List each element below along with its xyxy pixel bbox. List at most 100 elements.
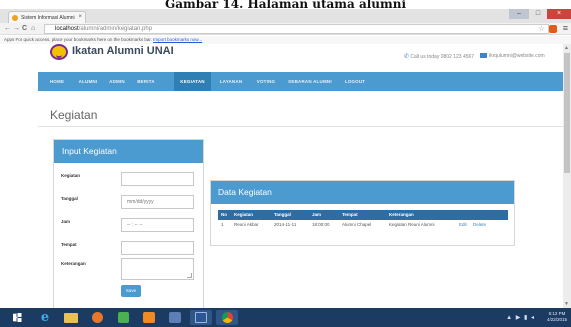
table-row: 1 Reuni Akbar 2014-11-11 18:00:00 Alumni… xyxy=(218,220,508,230)
forward-icon[interactable]: → xyxy=(13,24,20,34)
tanggal-input[interactable]: mm/dd/yyyy xyxy=(121,195,194,209)
window-minimize-button[interactable]: – xyxy=(509,9,529,19)
taskbar-app-button[interactable] xyxy=(112,310,134,325)
taskbar-app3-button[interactable] xyxy=(164,310,186,325)
cell-no: 1 xyxy=(221,222,224,227)
kegiatan-input[interactable] xyxy=(121,172,194,186)
url-host: localhost xyxy=(55,26,79,32)
taskbar-media-button[interactable] xyxy=(86,310,108,325)
scrollbar-thumb[interactable] xyxy=(564,53,570,173)
taskbar-clock[interactable]: 5:12 PM 4/22/2015 xyxy=(547,311,567,323)
clock-date: 4/22/2015 xyxy=(546,317,567,322)
main-nav: HOME ALUMNI ADMIN BERITA KEGIATAN LAYANA… xyxy=(38,72,563,91)
input-panel-title: Input Kegiatan xyxy=(54,140,203,163)
nav-berita[interactable]: BERITA xyxy=(132,72,160,91)
browser-tab[interactable]: Sistem Informasi Alumni × xyxy=(8,11,86,23)
app-green-icon xyxy=(117,312,129,323)
edit-link[interactable]: Edit xyxy=(459,220,473,230)
contact-info: ✆ Call us today 0802 123 4567 xyxy=(404,53,474,60)
cell-kegiatan: Reuni Akbar xyxy=(234,222,259,227)
app-orange-icon xyxy=(143,312,155,323)
app-blue-icon xyxy=(169,312,181,323)
browser-menu-icon[interactable]: ≡ xyxy=(563,23,568,34)
tempat-label: Tempat xyxy=(61,242,77,247)
window-maximize-button[interactable]: □ xyxy=(529,9,547,19)
home-icon[interactable]: ⌂ xyxy=(31,24,35,34)
nav-layanan[interactable]: LAYANAN xyxy=(214,72,248,91)
window-controls: – □ × xyxy=(509,9,571,19)
bookmark-star-icon[interactable]: ☆ xyxy=(538,24,545,34)
keterangan-label: Keterangan xyxy=(61,261,86,266)
taskbar-explorer-button[interactable] xyxy=(60,310,82,325)
jam-input[interactable]: -- : -- -- xyxy=(121,218,194,232)
data-kegiatan-panel: Data Kegiatan No Kegiatan Tanggal Jam Te… xyxy=(210,180,515,246)
phone-icon: ✆ xyxy=(404,54,410,60)
col-no: No xyxy=(221,212,227,217)
nav-kegiatan[interactable]: KEGIATAN xyxy=(174,72,211,91)
cell-keterangan: Kegiatan Reuni Alumni xyxy=(389,222,435,227)
import-bookmarks-link[interactable]: Import bookmarks now... xyxy=(153,37,202,42)
taskbar-word-button[interactable] xyxy=(190,310,212,325)
email-info: ikrqulumni@website.com xyxy=(480,53,545,59)
col-keterangan: Keterangan xyxy=(389,212,414,217)
jam-label: Jam xyxy=(61,219,71,224)
nav-logout[interactable]: LOGOUT xyxy=(340,72,370,91)
page-title: Kegiatan xyxy=(50,108,98,122)
save-button[interactable]: Save xyxy=(121,285,141,297)
start-button[interactable] xyxy=(6,310,28,325)
nav-alumni[interactable]: ALUMNI xyxy=(73,72,103,91)
media-player-icon xyxy=(91,312,103,323)
envelope-icon xyxy=(480,53,487,59)
bookmarks-bar: Apps For quick access, place your bookma… xyxy=(0,36,571,44)
kegiatan-label: Kegiatan xyxy=(61,173,81,178)
keterangan-textarea[interactable] xyxy=(121,258,194,280)
windows-taskbar: e ▲ ▶ ▮ ◂ 5:12 PM 4/22/2015 xyxy=(0,308,571,327)
window-close-button[interactable]: × xyxy=(547,9,571,19)
apps-bookmark[interactable]: Apps xyxy=(4,37,14,42)
tab-close-icon[interactable]: × xyxy=(78,14,82,20)
extension-icon[interactable] xyxy=(549,25,557,33)
address-bar-row: ← → C ⌂ localhost/alumni/admin/kegiatan.… xyxy=(0,23,571,35)
input-kegiatan-panel: Input Kegiatan Kegiatan Tanggal mm/dd/yy… xyxy=(53,139,204,308)
word-icon xyxy=(195,312,207,323)
internet-explorer-icon: e xyxy=(40,310,50,325)
figure-caption: Gambar 14. Halaman utama alumni xyxy=(0,0,571,9)
tanggal-label: Tanggal xyxy=(61,196,78,201)
folder-icon xyxy=(64,312,78,323)
reload-icon[interactable]: C xyxy=(22,24,27,34)
scroll-down-icon[interactable]: ▼ xyxy=(564,301,569,307)
smiley-logo-icon xyxy=(50,44,68,60)
nav-home[interactable]: HOME xyxy=(44,72,70,91)
chrome-icon xyxy=(221,312,233,323)
col-kegiatan: Kegiatan xyxy=(234,212,254,217)
col-jam: Jam xyxy=(312,212,322,217)
page-scrollbar[interactable]: ▲ ▼ xyxy=(563,44,571,308)
windows-logo-icon xyxy=(12,313,22,322)
col-tanggal: Tanggal xyxy=(274,212,291,217)
back-icon[interactable]: ← xyxy=(4,24,11,34)
nav-voting[interactable]: VOTING xyxy=(251,72,281,91)
email-label: ikrqulumni@website.com xyxy=(489,53,545,59)
data-panel-title: Data Kegiatan xyxy=(211,181,514,204)
favicon-icon xyxy=(12,15,18,21)
contact-label: Call us today 0802 123 4567 xyxy=(410,54,475,60)
taskbar-app2-button[interactable] xyxy=(138,310,160,325)
url-input[interactable]: localhost/alumni/admin/kegiatan.php xyxy=(44,24,549,34)
nav-admin[interactable]: ADMIN xyxy=(104,72,130,91)
system-tray-icons[interactable]: ▲ ▶ ▮ ◂ xyxy=(506,314,535,321)
cell-jam: 18:00:00 xyxy=(312,222,330,227)
web-page: Ikatan Alumni UNAI ✆ Call us today 0802 … xyxy=(0,44,563,308)
cell-tempat: Alumni Chapel xyxy=(342,222,372,227)
tempat-input[interactable] xyxy=(121,241,194,255)
kegiatan-table: No Kegiatan Tanggal Jam Tempat Keteranga… xyxy=(218,210,508,230)
scroll-up-icon[interactable]: ▲ xyxy=(564,45,569,51)
divider xyxy=(38,126,563,127)
browser-tab-strip: Sistem Informasi Alumni × – □ × xyxy=(0,9,571,23)
taskbar-ie-button[interactable]: e xyxy=(34,310,56,325)
table-header: No Kegiatan Tanggal Jam Tempat Keteranga… xyxy=(218,210,508,220)
col-actions xyxy=(459,210,508,220)
delete-link[interactable]: Delete xyxy=(473,220,503,230)
nav-sebaran-alumni[interactable]: SEBARAN ALUMNI xyxy=(284,72,336,91)
taskbar-chrome-button[interactable] xyxy=(216,310,238,325)
cell-tanggal: 2014-11-11 xyxy=(274,222,297,227)
